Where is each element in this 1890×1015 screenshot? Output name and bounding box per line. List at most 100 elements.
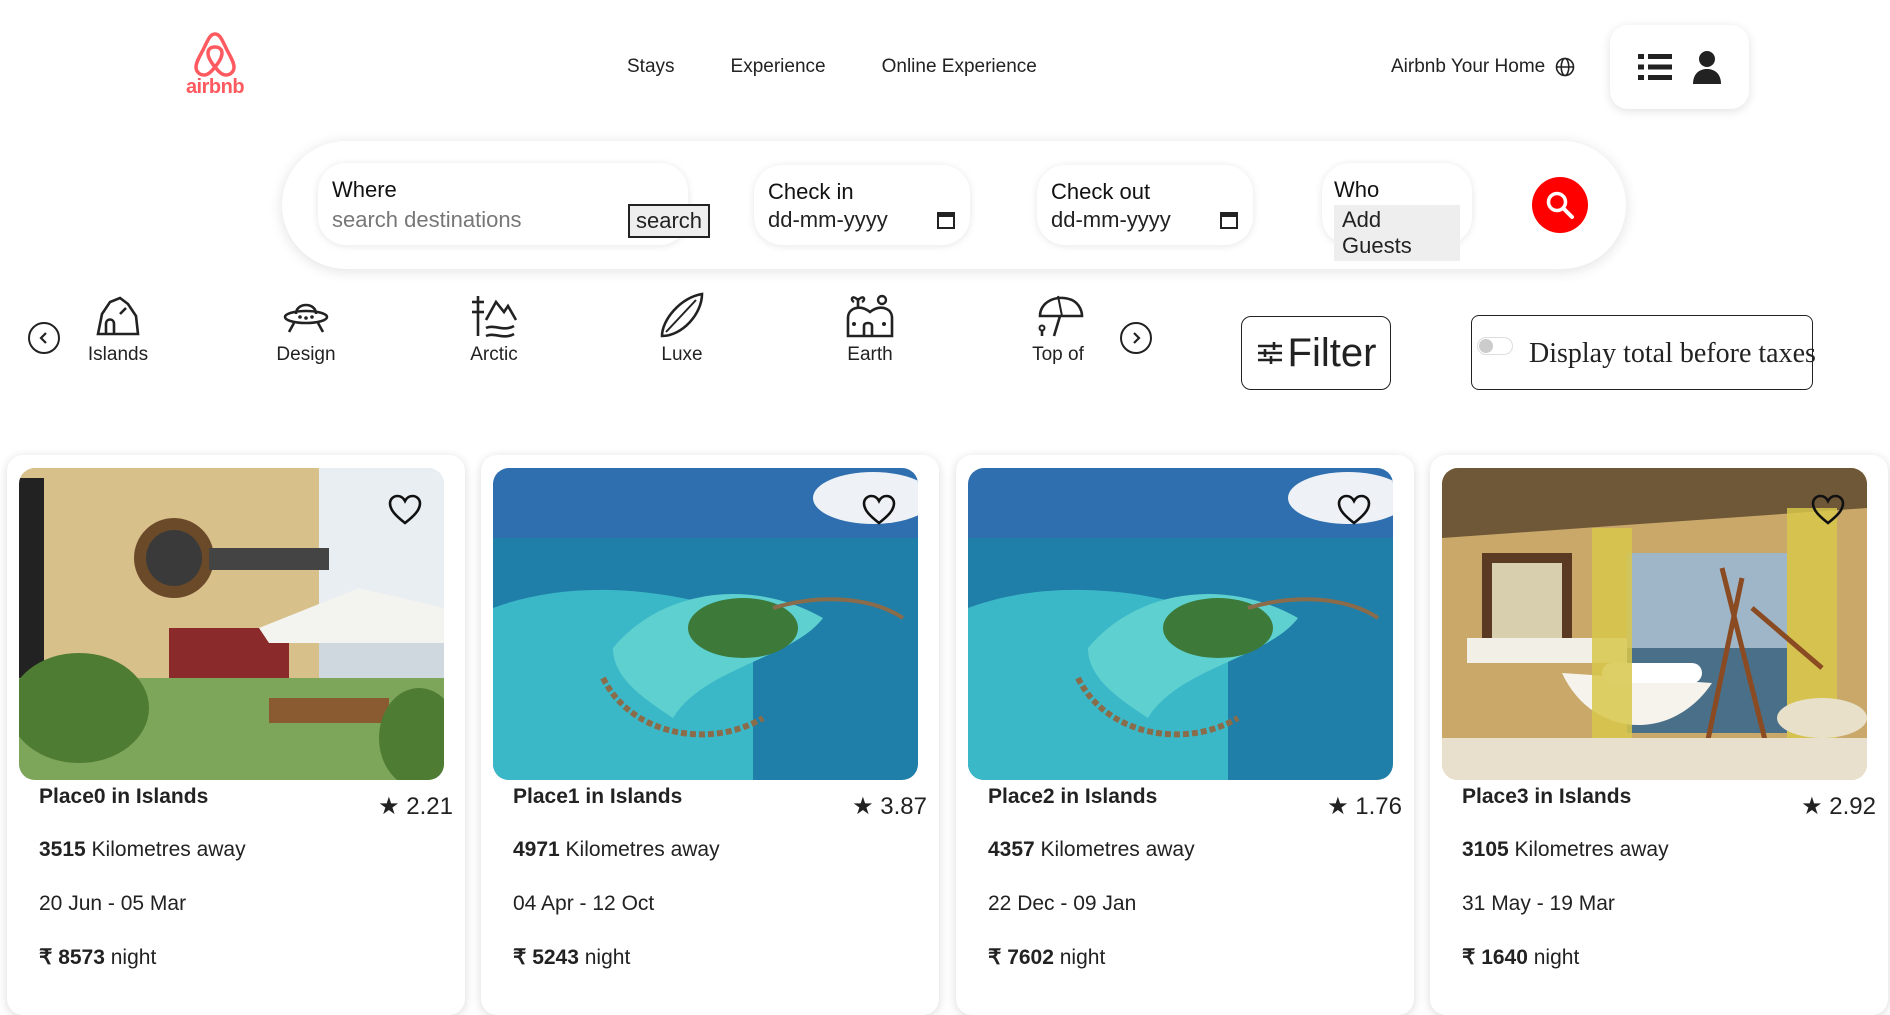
listing-distance: 3515 Kilometres away [39, 838, 246, 862]
surfboard-icon [660, 292, 704, 338]
category-earth[interactable]: Earth [815, 290, 925, 366]
globe-icon [1555, 57, 1575, 77]
listing-dates: 22 Dec - 09 Jan [988, 892, 1137, 915]
main-nav: Stays Experience Online Experience [627, 56, 1037, 78]
nav-online-experience[interactable]: Online Experience [882, 56, 1037, 78]
distance-suffix: Kilometres away [1508, 838, 1669, 861]
listing-photo[interactable] [19, 468, 444, 780]
chevron-left-icon [39, 332, 47, 344]
listing-photo[interactable] [1442, 468, 1867, 780]
check-out-field[interactable]: Check out dd-mm-yyyy [1037, 165, 1253, 245]
listing-title: Place0 in Islands [39, 785, 209, 808]
category-label: Top of [1032, 344, 1084, 365]
listing-distance: 3105 Kilometres away [1462, 838, 1669, 862]
listing-photo-image [493, 468, 918, 780]
listing-distance: 4357 Kilometres away [988, 838, 1195, 862]
where-field[interactable]: Where search destinations search [318, 163, 710, 245]
user-menu-button[interactable] [1610, 25, 1749, 109]
search-destinations-input[interactable]: search destinations [332, 207, 522, 233]
listing-card[interactable]: Place3 in Islands ★ 2.92 3105 Kilometres… [1430, 455, 1888, 1015]
heart-icon[interactable] [862, 494, 896, 526]
category-top-of[interactable]: Top of [1003, 290, 1113, 366]
category-design[interactable]: Design [251, 290, 361, 366]
host-link[interactable]: Airbnb Your Home [1391, 56, 1575, 78]
distance-value: 3515 [39, 838, 86, 861]
category-label: Islands [87, 344, 149, 365]
check-in-value[interactable]: dd-mm-yyyy [768, 207, 888, 233]
price-suffix: night [578, 946, 631, 969]
listing-dates: 31 May - 19 Mar [1462, 892, 1615, 915]
earth-house-icon [846, 294, 894, 338]
scroll-left-button[interactable] [28, 322, 60, 354]
who-label: Who [1334, 177, 1380, 202]
taxes-toggle-box: Display total before taxes [1471, 315, 1816, 390]
distance-suffix: Kilometres away [559, 838, 720, 861]
category-label: Arctic [470, 344, 518, 365]
listing-rating: ★ 2.92 [1801, 793, 1876, 820]
listing-card[interactable]: Place1 in Islands ★ 3.87 4971 Kilometres… [481, 455, 939, 1015]
listing-photo-image [1442, 468, 1867, 780]
listing-title: Place2 in Islands [988, 785, 1158, 808]
check-in-label: Check in [768, 179, 854, 204]
price-suffix: night [1053, 946, 1106, 969]
listing-price: ₹ 1640 night [1462, 945, 1579, 970]
listing-rating: ★ 1.76 [1327, 793, 1402, 820]
listing-price: ₹ 8573 night [39, 945, 156, 970]
listing-photo[interactable] [493, 468, 918, 780]
calendar-icon[interactable] [1219, 210, 1239, 230]
category-label: Earth [847, 344, 893, 365]
price-suffix: night [1527, 946, 1580, 969]
host-label: Airbnb Your Home [1391, 56, 1546, 77]
nav-experience[interactable]: Experience [731, 56, 826, 78]
header: airbnb Stays Experience Online Experienc… [0, 0, 1890, 135]
distance-suffix: Kilometres away [1034, 838, 1195, 861]
airbnb-logo-icon [194, 32, 236, 77]
listing-photo[interactable] [968, 468, 1393, 780]
taxes-label: Display total before taxes [1529, 338, 1816, 369]
listing-title: Place3 in Islands [1462, 785, 1632, 808]
calendar-icon[interactable] [936, 210, 956, 230]
check-in-field[interactable]: Check in dd-mm-yyyy [754, 165, 970, 245]
listing-price: ₹ 5243 night [513, 945, 630, 970]
price-suffix: night [104, 946, 157, 969]
search-text-button[interactable]: search [628, 204, 710, 238]
category-islands[interactable]: Islands [63, 290, 173, 366]
listing-dates: 20 Jun - 05 Mar [39, 892, 187, 915]
listing-dates: 04 Apr - 12 Oct [513, 892, 655, 915]
category-arctic[interactable]: Arctic [439, 290, 549, 366]
category-bar: Islands Design Arctic Luxe Earth Top of … [0, 290, 1890, 390]
heart-icon[interactable] [1337, 494, 1371, 526]
listing-card[interactable]: Place0 in Islands ★ 2.21 3515 Kilometres… [7, 455, 465, 1015]
ufo-icon [283, 303, 329, 333]
check-out-value[interactable]: dd-mm-yyyy [1051, 207, 1171, 233]
search-button[interactable] [1532, 177, 1588, 233]
where-label: Where [332, 177, 397, 202]
nav-stays[interactable]: Stays [627, 56, 675, 78]
airbnb-logo[interactable]: airbnb [180, 30, 250, 99]
sliders-icon [1257, 342, 1282, 364]
add-guests-button[interactable]: Add Guests [1334, 205, 1460, 261]
list-icon [1637, 54, 1672, 80]
listing-distance: 4971 Kilometres away [513, 838, 720, 862]
category-luxe[interactable]: Luxe [627, 290, 737, 366]
distance-suffix: Kilometres away [85, 838, 246, 861]
price-value: ₹ 8573 [39, 946, 105, 969]
scroll-right-button[interactable] [1120, 322, 1152, 354]
who-field[interactable]: Who Add Guests [1322, 163, 1472, 261]
arctic-icon [472, 296, 518, 338]
filter-button[interactable]: Filter [1241, 316, 1391, 390]
listing-card[interactable]: Place2 in Islands ★ 1.76 4357 Kilometres… [956, 455, 1414, 1015]
listing-price: ₹ 7602 night [988, 945, 1105, 970]
distance-value: 4971 [513, 838, 560, 861]
listing-photo-image [968, 468, 1393, 780]
distance-value: 4357 [988, 838, 1035, 861]
taxes-toggle[interactable] [1477, 337, 1513, 355]
price-value: ₹ 1640 [1462, 946, 1528, 969]
logo-text: airbnb [185, 76, 245, 98]
chevron-right-icon [1133, 332, 1141, 344]
heart-icon[interactable] [388, 494, 422, 526]
price-value: ₹ 5243 [513, 946, 579, 969]
heart-icon[interactable] [1811, 494, 1845, 526]
distance-value: 3105 [1462, 838, 1509, 861]
category-label: Luxe [661, 344, 703, 365]
